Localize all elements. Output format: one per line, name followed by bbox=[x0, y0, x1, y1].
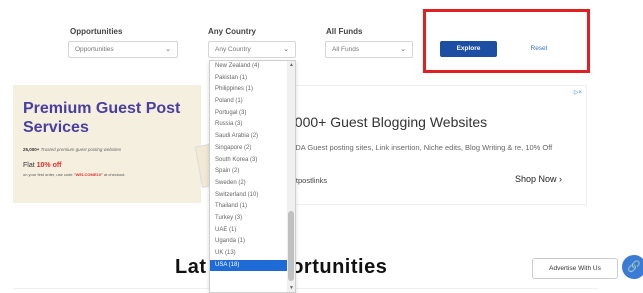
country-option[interactable]: Russia (3) bbox=[210, 119, 295, 131]
highlight-box bbox=[423, 9, 590, 73]
country-option[interactable]: Sweden (2) bbox=[210, 178, 295, 190]
ad-left-subtitle: 25,000+ Trusted premium guest posting we… bbox=[23, 147, 122, 152]
ad-banner-right[interactable]: ▷× 5000+ Guest Blogging Websites th DA G… bbox=[252, 85, 587, 205]
adchoices-icon[interactable]: ▷× bbox=[574, 89, 582, 96]
ad-left-code: on your first order, use code "WELCOME10… bbox=[23, 172, 126, 177]
country-option[interactable]: Thailand (1) bbox=[210, 201, 295, 213]
dropdown-scrollbar[interactable]: ▲ ▼ bbox=[287, 61, 295, 292]
country-option[interactable]: UAE (1) bbox=[210, 225, 295, 237]
country-option[interactable]: Uganda (1) bbox=[210, 236, 295, 248]
opportunities-select-value: Opportunities bbox=[75, 46, 114, 53]
chevron-down-icon: ⌄ bbox=[400, 46, 406, 53]
ad-right-description: th DA Guest posting sites, Link insertio… bbox=[287, 143, 553, 152]
country-option[interactable]: Poland (1) bbox=[210, 96, 295, 108]
country-option[interactable]: Philippines (1) bbox=[210, 84, 295, 96]
country-select[interactable]: Any Country ⌄ bbox=[208, 41, 296, 58]
country-option[interactable]: South Korea (3) bbox=[210, 155, 295, 167]
ad-left-discount: Flat 10% off bbox=[23, 162, 62, 169]
divider bbox=[13, 288, 598, 289]
country-dropdown-list[interactable]: New Zealand (4) Pakistan (1) Philippines (… bbox=[209, 60, 296, 293]
scroll-up-icon[interactable]: ▲ bbox=[289, 62, 294, 68]
shop-now-button[interactable]: Shop Now › bbox=[515, 174, 562, 184]
ad-left-title: Premium Guest Post Services bbox=[23, 100, 181, 136]
link-icon[interactable]: 🔗 bbox=[622, 255, 643, 279]
country-option[interactable]: Saudi Arabia (2) bbox=[210, 131, 295, 143]
funds-select[interactable]: All Funds ⌄ bbox=[325, 41, 413, 58]
country-option[interactable]: Turkey (3) bbox=[210, 213, 295, 225]
funds-label: All Funds bbox=[326, 27, 363, 36]
country-label: Any Country bbox=[208, 27, 256, 36]
country-option[interactable]: Pakistan (1) bbox=[210, 73, 295, 85]
country-option[interactable]: Portugal (3) bbox=[210, 108, 295, 120]
country-option[interactable]: Singapore (2) bbox=[210, 143, 295, 155]
advertise-button[interactable]: Advertise With Us bbox=[532, 258, 618, 279]
scrollbar-thumb[interactable] bbox=[288, 211, 294, 281]
funds-select-value: All Funds bbox=[332, 46, 360, 53]
opportunities-label: Opportunities bbox=[70, 27, 123, 36]
ad-right-headline: 5000+ Guest Blogging Websites bbox=[287, 114, 488, 130]
country-option[interactable]: USA (18) bbox=[210, 259, 295, 272]
country-option[interactable]: Switzerland (10) bbox=[210, 190, 295, 202]
chevron-right-icon: › bbox=[559, 174, 563, 184]
ad-banner-left[interactable]: Premium Guest Post Services 25,000+ Trus… bbox=[13, 85, 201, 203]
chevron-down-icon: ⌄ bbox=[165, 46, 171, 53]
country-option[interactable]: UK (13) bbox=[210, 248, 295, 260]
opportunities-select[interactable]: Opportunities ⌄ bbox=[68, 41, 178, 58]
country-option[interactable]: Spain (2) bbox=[210, 166, 295, 178]
chevron-down-icon: ⌄ bbox=[283, 46, 289, 53]
country-select-value: Any Country bbox=[215, 46, 251, 53]
country-option[interactable]: New Zealand (4) bbox=[210, 61, 295, 73]
scroll-down-icon[interactable]: ▼ bbox=[289, 285, 294, 291]
